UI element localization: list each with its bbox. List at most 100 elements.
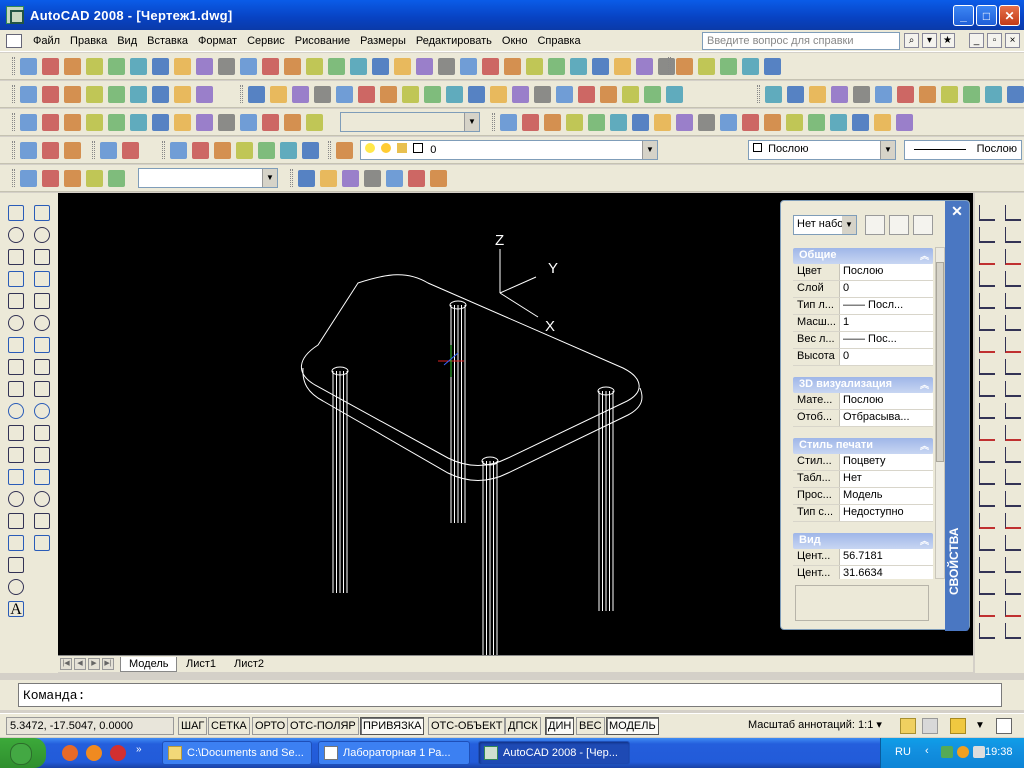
property-value[interactable]: 0 — [839, 281, 933, 297]
email-icon[interactable] — [62, 745, 78, 761]
dimension-tool-icon[interactable] — [1005, 359, 1021, 375]
property-row[interactable]: Табл... Нет — [793, 471, 933, 488]
property-section-header[interactable]: Общие ︽ — [793, 248, 933, 264]
communication-center-icon[interactable]: ▾ — [922, 33, 937, 48]
property-value[interactable]: Поцвету — [839, 454, 933, 470]
status-toggle-0[interactable]: ШАГ — [178, 717, 208, 735]
toolbar-tool-icon[interactable] — [130, 58, 147, 75]
quicklaunch-more-icon[interactable]: » — [136, 744, 142, 755]
property-value[interactable]: Модель — [839, 488, 933, 504]
toolbar-tool-icon[interactable] — [500, 114, 517, 131]
toolbar-tool-icon[interactable] — [42, 170, 59, 187]
toolbar-tool-icon[interactable] — [292, 86, 309, 103]
toolbar-tool-icon[interactable] — [438, 58, 455, 75]
toolbar-tool-icon[interactable] — [174, 86, 191, 103]
dimension-tool-icon[interactable] — [979, 623, 995, 639]
toolbar-tool-icon[interactable] — [460, 58, 477, 75]
draw-tool-icon[interactable] — [8, 337, 24, 353]
property-row[interactable]: Высота 0 — [793, 349, 933, 366]
toolbar-tool-icon[interactable] — [676, 114, 693, 131]
toolbar-tool-icon[interactable] — [358, 86, 375, 103]
toolbar-tool-icon[interactable] — [720, 58, 737, 75]
toolbar-tool-icon[interactable] — [270, 86, 287, 103]
property-row[interactable]: Слой 0 — [793, 281, 933, 298]
toolbar-tool-icon[interactable] — [174, 58, 191, 75]
toolbar-tool-icon[interactable] — [108, 114, 125, 131]
toolbar-tool-icon[interactable] — [108, 86, 125, 103]
toolbar-tool-icon[interactable] — [284, 114, 301, 131]
tab-layout2[interactable]: Лист2 — [226, 657, 272, 672]
toolbar-tool-icon[interactable] — [764, 58, 781, 75]
toolbar-tool-icon[interactable] — [336, 86, 353, 103]
toolbar-tool-icon[interactable] — [830, 114, 847, 131]
dimension-tool-icon[interactable] — [1005, 249, 1021, 265]
toolbar-tool-icon[interactable] — [306, 114, 323, 131]
dimension-tool-icon[interactable] — [1005, 293, 1021, 309]
toolbar-tool-icon[interactable] — [86, 58, 103, 75]
toolbar-tool-icon[interactable] — [20, 114, 37, 131]
toolbar-tool-icon[interactable] — [742, 114, 759, 131]
toolbar-grip[interactable] — [162, 141, 165, 159]
annotation-visibility-icon[interactable] — [900, 718, 916, 734]
toolbar-tool-icon[interactable] — [196, 114, 213, 131]
toolbar-tool-icon[interactable] — [853, 86, 870, 103]
draw-tool-icon[interactable] — [34, 227, 50, 243]
toolbar-tool-icon[interactable] — [364, 170, 381, 187]
draw-tool-icon[interactable] — [8, 359, 24, 375]
toolbar-tool-icon[interactable] — [64, 86, 81, 103]
property-row[interactable]: Отоб... Отбрасыва... — [793, 410, 933, 427]
dimension-tool-icon[interactable] — [979, 579, 995, 595]
dimension-tool-icon[interactable] — [979, 227, 995, 243]
status-toggle-8[interactable]: ВЕС — [576, 717, 605, 735]
collapse-icon[interactable]: ︽ — [920, 534, 929, 547]
toolbar-tool-icon[interactable] — [570, 58, 587, 75]
toolbar-tool-icon[interactable] — [534, 86, 551, 103]
toolbar-tool-icon[interactable] — [985, 86, 1002, 103]
toolbar-tool-icon[interactable] — [1007, 86, 1024, 103]
toolbar-grip[interactable] — [12, 57, 15, 75]
draw-tool-icon[interactable] — [34, 315, 50, 331]
toolbar-tool-icon[interactable] — [240, 114, 257, 131]
dimension-tool-icon[interactable] — [1005, 513, 1021, 529]
draw-tool-icon[interactable] — [34, 359, 50, 375]
toolbar-tool-icon[interactable] — [809, 86, 826, 103]
messenger-icon[interactable] — [957, 746, 969, 758]
menu-file[interactable]: Файл — [28, 35, 65, 47]
toolbar-tool-icon[interactable] — [394, 58, 411, 75]
draw-tool-icon[interactable] — [34, 447, 50, 463]
property-value[interactable]: 31.6634 — [839, 566, 933, 579]
draw-tool-icon[interactable] — [8, 249, 24, 265]
dimension-tool-icon[interactable] — [979, 513, 995, 529]
toolbar-tool-icon[interactable] — [654, 114, 671, 131]
command-input[interactable]: Команда: — [18, 683, 1002, 707]
toolbar-tool-icon[interactable] — [152, 114, 169, 131]
document-icon[interactable] — [6, 33, 22, 48]
property-row[interactable]: Цент... 31.6634 — [793, 566, 933, 579]
property-value[interactable]: Нет — [839, 471, 933, 487]
doc-close-button[interactable]: × — [1005, 33, 1020, 48]
draw-tool-icon[interactable] — [34, 381, 50, 397]
toolbar-tool-icon[interactable] — [258, 142, 275, 159]
draw-tool-icon[interactable] — [8, 579, 24, 595]
toolbar-tool-icon[interactable] — [42, 86, 59, 103]
toolbar-grip[interactable] — [757, 85, 760, 103]
toolbar-tool-icon[interactable] — [787, 86, 804, 103]
menu-tools[interactable]: Сервис — [242, 35, 290, 47]
toolbar-tool-icon[interactable] — [386, 170, 403, 187]
toolbar-tool-icon[interactable] — [504, 58, 521, 75]
property-row[interactable]: Прос... Модель — [793, 488, 933, 505]
draw-tool-icon[interactable] — [8, 535, 24, 551]
draw-tool-icon[interactable] — [34, 403, 50, 419]
toolbar-tool-icon[interactable] — [408, 170, 425, 187]
property-value[interactable]: 1 — [839, 315, 933, 331]
properties-scrollbar[interactable] — [935, 247, 945, 579]
toolbar-tool-icon[interactable] — [218, 58, 235, 75]
toolbar-tool-icon[interactable] — [196, 86, 213, 103]
toolbar-grip[interactable] — [290, 169, 293, 187]
palette-titlebar[interactable]: ✕ СВОЙСТВА — [945, 201, 969, 631]
dimension-tool-icon[interactable] — [979, 601, 995, 617]
toolbar-tool-icon[interactable] — [874, 114, 891, 131]
status-toggle-5[interactable]: ОТС-ОБЪЕКТ — [428, 717, 506, 735]
toolbar-tool-icon[interactable] — [64, 58, 81, 75]
toolbar-tool-icon[interactable] — [566, 114, 583, 131]
